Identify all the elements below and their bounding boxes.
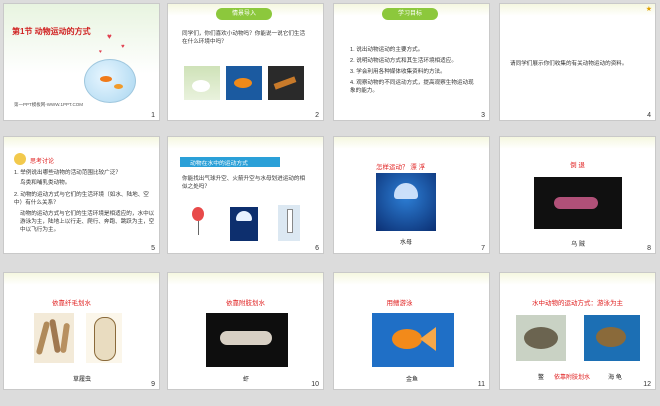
slide-number: 4 [647,112,651,119]
slide-banner [168,273,323,285]
goal-item: 4. 观察动物的不同运动方式，提高观察生物运动现象的能力。 [350,80,474,94]
answer-2: 动物的运动方式与它们的生活环境是相适应的，水中以游泳为主，陆地上以行走、爬行、奔… [20,211,155,233]
rocket-image [278,205,300,241]
slide-heading: 水中动物的运动方式：游泳为主 [532,300,623,307]
prompt-text: 请同学们展示你们收集的有关动物运动的资料。 [510,61,628,67]
slide-thumb-5[interactable]: 思考讨论 1. 举例说出哪些动物的活动范围比较广泛？ 鸟类和哺乳类动物。 2. … [3,136,160,254]
answer-1: 鸟类和哺乳类动物。 [20,180,71,186]
bird-image [268,66,304,100]
image-caption: 草履虫 [72,377,91,383]
goldfish-icon [100,76,112,82]
slide-banner [168,137,323,149]
slide-number: 11 [477,381,485,388]
slide-number: 6 [315,245,319,252]
rabbit-image [184,66,220,100]
footer-text: 第一PPT模板网-WWW.1PPT.COM [14,102,83,107]
slide-thumb-1[interactable]: 第1节 动物运动的方式 ♥ ♥ ♥ 第一PPT模板网-WWW.1PPT.COM … [3,3,160,121]
slide-thumb-7[interactable]: 怎样运动？ 漂 浮 水母 7 [333,136,490,254]
question-1: 1. 举例说出哪些动物的活动范围比较广泛？ [14,170,121,176]
paramecium-image [34,313,74,363]
slide-thumb-6[interactable]: 动物在水中的运动方式 你能找出气球升空、火箭升空与水母划进运动的相似之处吗？ 6 [167,136,324,254]
slide-banner [4,137,159,149]
slide-number: 7 [481,245,485,252]
squid-image [534,177,622,229]
slide-number: 5 [151,245,155,252]
section-badge: 学习目标 [382,8,438,20]
goldfish-image [226,66,262,100]
balloon-image [192,207,206,237]
goal-item: 1. 说出动物运动的主要方式。 [350,47,424,53]
section-header-label: 动物在水中的运动方式 [190,161,248,167]
sea-turtle-image [584,315,640,361]
caption-softshell-turtle: 鳖 [537,375,544,381]
jellyfish-image [376,173,436,231]
slide-thumb-9[interactable]: 依靠纤毛划水 草履虫 9 [3,272,160,390]
thinking-icon [14,153,26,165]
slide-thumb-3[interactable]: 学习目标 1. 说出动物运动的主要方式。 2. 说明动物运动方式和其生活环境相适… [333,3,490,121]
image-caption: 虾 [242,377,249,383]
intro-text: 同学们，你们喜欢小动物吗？你能说一说它们生活在什么环境中吗？ [182,31,306,45]
slide-thumb-10[interactable]: 依靠附肢划水 虾 10 [167,272,324,390]
slide-banner [334,273,489,285]
goal-item: 2. 说明动物运动方式和其生活环境相适应。 [350,58,457,64]
slide-number: 3 [481,112,485,119]
paramecium-diagram [86,313,122,363]
jellyfish-image [230,207,258,241]
slide-banner [334,137,489,149]
section-header: 动物在水中的运动方式 [180,157,280,167]
slide-number: 12 [643,381,651,388]
slide-thumb-8[interactable]: 倒 退 乌 贼 8 [499,136,656,254]
subheading: 依靠附肢划水 [554,375,591,381]
question-2: 2. 动物的运动方式与它们的生活环境（如水、陆地、空中）有什么关系？ [14,192,149,206]
slide-thumb-4[interactable]: 请同学们展示你们收集的有关动物运动的资料。 4 ★ [499,3,656,121]
goldfish-image [372,313,454,367]
slide-heading: 倒 退 [570,162,585,169]
slide-banner [500,273,655,285]
image-caption: 金鱼 [405,377,418,383]
slide-number: 8 [647,245,651,252]
shrimp-image [206,313,288,367]
slide-thumb-12[interactable]: 水中动物的运动方式：游泳为主 鳖 依靠附肢划水 海 龟 12 [499,272,656,390]
slide-banner [4,273,159,285]
image-caption: 水母 [399,240,412,246]
question-text: 你能找出气球升空、火箭升空与水母划进运动的相似之处吗？ [182,176,306,190]
slide-heading: 怎样运动？ 漂 浮 [376,164,426,171]
caption-sea-turtle: 海 龟 [608,375,622,381]
section-badge: 情景导入 [216,8,272,20]
slide-title: 第1节 动物运动的方式 [12,27,91,36]
slide-number: 1 [151,112,155,119]
slide-heading: 依靠附肢划水 [226,300,265,307]
slide-heading: 依靠纤毛划水 [52,300,91,307]
slide-banner [500,4,655,16]
star-icon: ★ [645,6,652,13]
slide-heading: 用鳍游泳 [386,300,413,307]
slide-thumb-11[interactable]: 用鳍游泳 金鱼 11 [333,272,490,390]
slide-number: 2 [315,112,319,119]
softshell-turtle-image [516,315,566,361]
image-caption: 乌 贼 [571,242,585,248]
goldfish-icon [114,84,123,89]
heart-icon: ♥ [107,32,112,41]
heart-icon: ♥ [99,49,102,55]
slide-banner [500,137,655,149]
goal-item: 3. 学会利用各种媒体收集资料的方法。 [350,69,446,75]
slide-number: 9 [151,381,155,388]
heart-icon: ♥ [121,44,125,50]
slide-number: 10 [311,381,319,388]
section-label: 思考讨论 [30,159,55,165]
slide-thumb-2[interactable]: 情景导入 同学们，你们喜欢小动物吗？你能说一说它们生活在什么环境中吗？ 2 [167,3,324,121]
